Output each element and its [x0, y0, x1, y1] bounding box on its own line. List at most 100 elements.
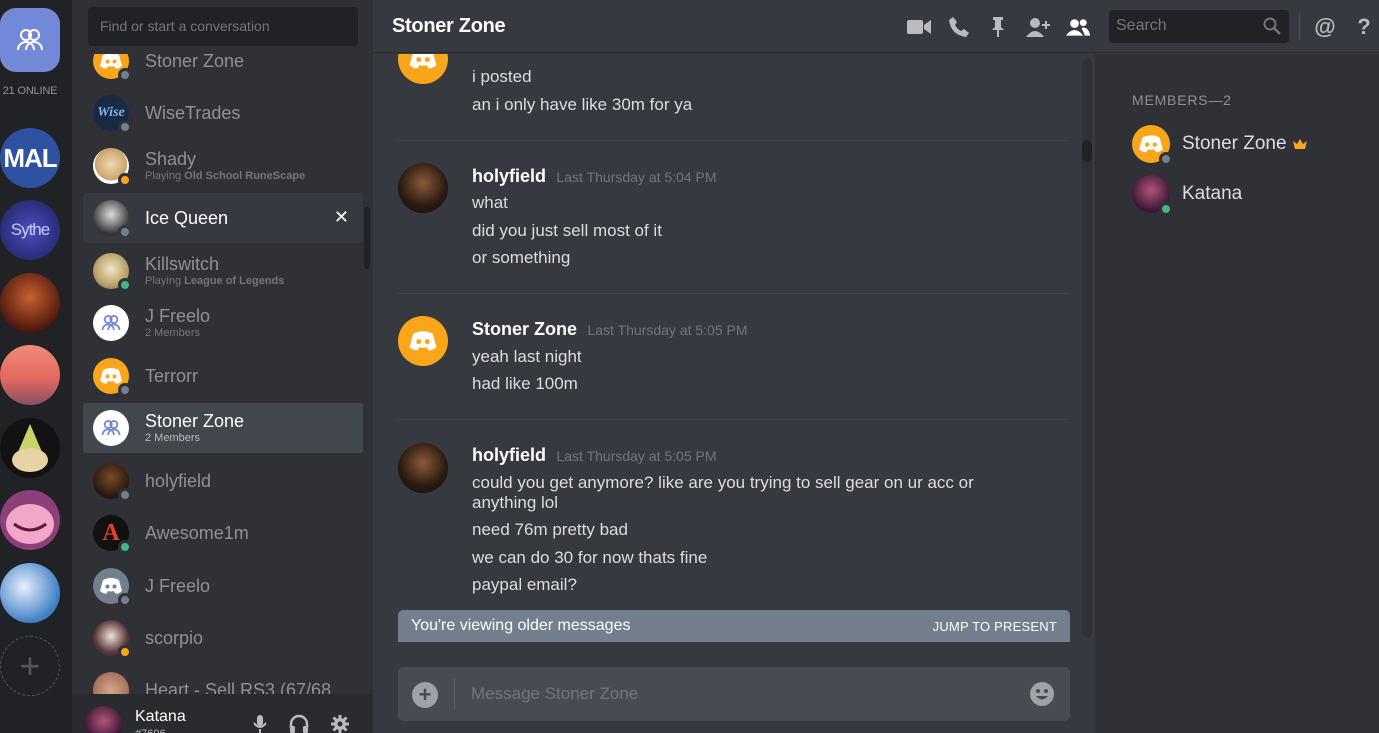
channel-title: Stoner Zone: [392, 15, 506, 37]
dm-item-killswitch[interactable]: Killswitch Playing League of Legends: [83, 246, 363, 296]
dm-item-stoner-zone-group[interactable]: Stoner Zone 2 Members: [83, 403, 363, 453]
voice-call-icon[interactable]: [946, 15, 972, 39]
dm-item-heart[interactable]: Heart - Sell RS3 (67/68: [83, 665, 363, 694]
message-group: i posted an i only have like 30m for ya: [398, 54, 1070, 124]
member-katana[interactable]: Katana: [1132, 174, 1372, 216]
discord-logo-icon: [93, 54, 132, 82]
header-divider: [1299, 14, 1300, 40]
dm-item-ice-queen[interactable]: Ice Queen ✕: [83, 193, 363, 243]
add-server-button[interactable]: +: [0, 636, 60, 696]
message-text: or something: [472, 248, 571, 267]
dm-name: holyfield: [145, 470, 212, 491]
status-offline-icon: [118, 225, 132, 239]
dm-name: WiseTrades: [145, 102, 241, 123]
wise-logo-icon: Wise: [97, 105, 125, 120]
dm-activity: Playing League of Legends: [145, 275, 285, 287]
dm-name: Shady: [145, 149, 197, 169]
status-online-icon: [118, 278, 132, 292]
dm-item-wisetrades[interactable]: Wise WiseTrades: [83, 88, 363, 138]
user-avatar[interactable]: [85, 706, 122, 733]
member-list: MEMBERS—2 Stoner Zone Katana: [1095, 54, 1379, 733]
gear-icon[interactable]: [330, 714, 350, 733]
headphones-icon[interactable]: [289, 714, 309, 733]
message-text: did you just sell most of it: [472, 221, 662, 240]
video-call-icon[interactable]: [906, 15, 932, 39]
older-messages-bar: You're viewing older messages JUMP TO PR…: [398, 610, 1070, 642]
home-button[interactable]: [0, 8, 60, 72]
discord-logo-icon[interactable]: [398, 316, 448, 366]
dm-item-stoner-zone[interactable]: Stoner Zone: [83, 54, 363, 86]
server-sythe[interactable]: Sythe: [0, 200, 60, 260]
dm-list: Stoner Zone Wise WiseTrades Shady Playin…: [72, 54, 373, 694]
dm-item-j-freelo[interactable]: J Freelo: [83, 561, 363, 611]
status-idle-icon: [118, 173, 132, 187]
server-anime[interactable]: [0, 563, 60, 623]
user-tag: #7606: [135, 728, 166, 733]
server-mal[interactable]: MAL: [0, 128, 60, 188]
friends-icon: [17, 29, 43, 51]
message-list: i posted an i only have like 30m for ya …: [373, 54, 1095, 610]
member-count: 2 Members: [145, 327, 201, 339]
dm-scrollbar[interactable]: [364, 207, 370, 269]
message-text: could you get anymore? like are you tryi…: [472, 473, 974, 512]
discord-logo-icon: [1132, 125, 1173, 166]
conversation-search-input[interactable]: Find or start a conversation: [88, 7, 358, 46]
dm-item-terrorr[interactable]: Terrorr: [83, 351, 363, 401]
gnome-icon: [12, 424, 48, 472]
message-text: i posted: [472, 67, 532, 86]
message-text: an i only have like 30m for ya: [472, 95, 693, 114]
dm-name: Killswitch: [145, 254, 220, 274]
close-dm-icon[interactable]: ✕: [334, 207, 349, 228]
upload-plus-icon[interactable]: +: [412, 682, 438, 708]
holyfield-avatar[interactable]: [398, 443, 448, 493]
pin-icon[interactable]: [985, 15, 1011, 39]
message-text: paypal email?: [472, 575, 577, 594]
holyfield-avatar[interactable]: [398, 163, 448, 213]
add-friend-icon[interactable]: [1025, 15, 1051, 39]
game-name: Old School RuneScape: [184, 170, 306, 182]
message-author[interactable]: Stoner Zone: [472, 319, 577, 339]
dm-item-holyfield[interactable]: holyfield: [83, 456, 363, 506]
message-divider: [398, 140, 1070, 141]
emoji-icon[interactable]: [1029, 681, 1055, 707]
dm-name: J Freelo: [145, 306, 211, 326]
jump-to-present-button[interactable]: JUMP TO PRESENT: [933, 619, 1057, 634]
microphone-icon[interactable]: [250, 714, 270, 733]
user-name: Katana: [135, 708, 186, 725]
discord-logo-icon: [93, 358, 132, 397]
message-author[interactable]: holyfield: [472, 445, 546, 465]
member-stoner-zone[interactable]: Stoner Zone: [1132, 124, 1372, 166]
dm-item-shady[interactable]: Shady Playing Old School RuneScape: [83, 141, 363, 191]
server-majin[interactable]: [0, 490, 60, 550]
search-input[interactable]: Search: [1109, 10, 1289, 43]
server-mal-label: MAL: [3, 142, 57, 173]
server-gnome[interactable]: [0, 418, 60, 478]
message-timestamp: Last Thursday at 5:04 PM: [556, 169, 717, 185]
dm-name: Ice Queen: [145, 207, 229, 228]
heart-avatar: [93, 672, 129, 694]
dm-name: Awesome1m: [145, 522, 249, 543]
discord-logo-icon[interactable]: [398, 54, 448, 84]
dm-item-awesome1m[interactable]: A Awesome1m: [83, 508, 363, 558]
help-icon[interactable]: ?: [1351, 14, 1377, 39]
member-list-icon[interactable]: [1065, 15, 1091, 39]
holyfield-avatar: [93, 463, 132, 502]
message-author[interactable]: holyfield: [472, 166, 546, 186]
chat-scrollbar-thumb[interactable]: [1082, 140, 1092, 162]
dm-item-j-freelo-group[interactable]: J Freelo 2 Members: [83, 298, 363, 348]
katana-avatar: [1132, 175, 1173, 216]
message-input[interactable]: Message Stoner Zone: [471, 684, 638, 704]
dm-name: scorpio: [145, 627, 204, 648]
message-divider: [398, 293, 1070, 294]
server-sunset[interactable]: [0, 345, 60, 405]
server-warrior[interactable]: [0, 273, 60, 333]
dm-item-scorpio[interactable]: scorpio: [83, 613, 363, 663]
mentions-icon[interactable]: @: [1312, 14, 1338, 39]
status-online-icon: [118, 540, 132, 554]
killswitch-avatar: [93, 253, 132, 292]
member-count: 2 Members: [145, 432, 201, 444]
ice-queen-avatar: [93, 200, 132, 239]
member-name: Stoner Zone: [1182, 133, 1287, 154]
plus-icon: +: [19, 645, 41, 686]
message-group: holyfield Last Thursday at 5:04 PM what …: [398, 163, 1070, 273]
